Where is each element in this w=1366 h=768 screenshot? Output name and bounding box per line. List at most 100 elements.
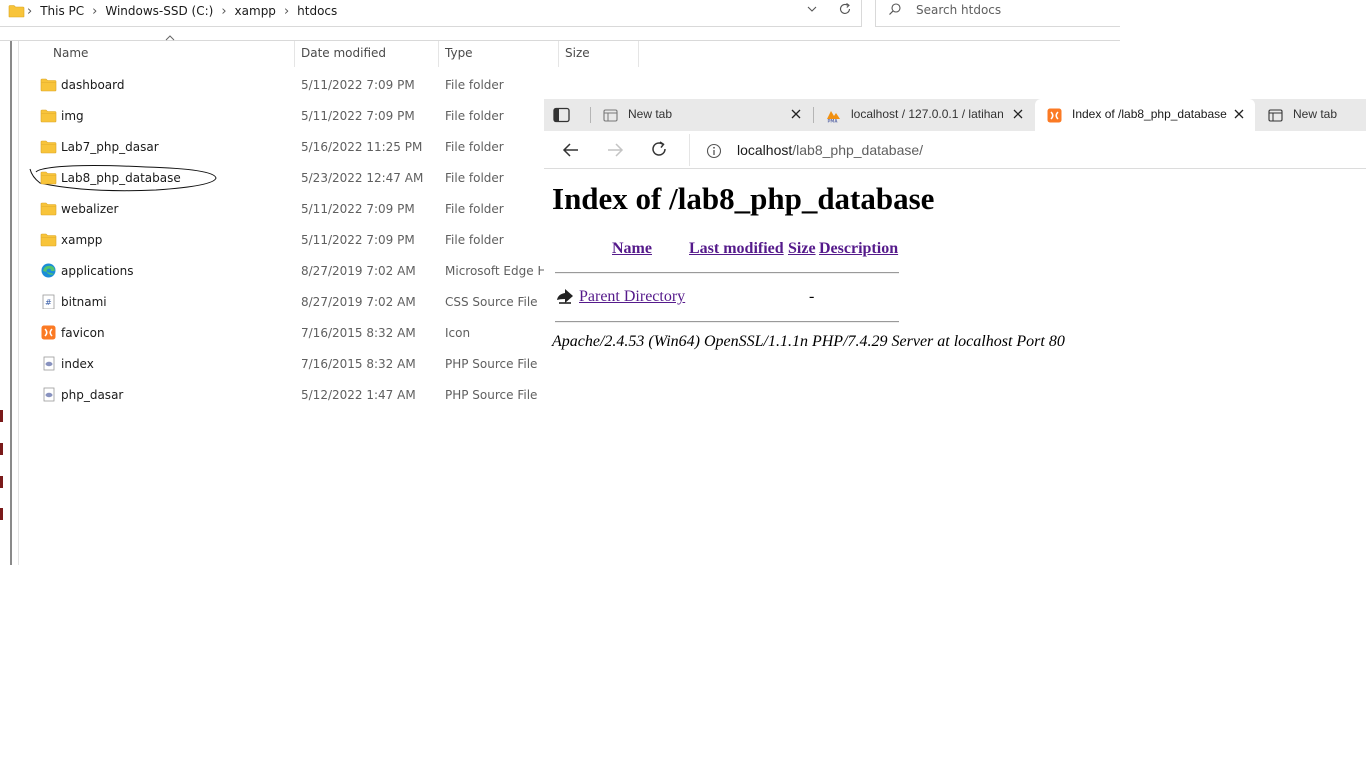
tab-index-of-lab8[interactable]: Index of /lab8_php_database xyxy=(1035,99,1255,131)
file-name: webalizer xyxy=(61,202,119,216)
css-file-icon: # xyxy=(42,294,55,309)
file-date-modified: 5/16/2022 11:25 PM xyxy=(301,140,423,154)
breadcrumb: › This PC › Windows-SSD (C:) › xampp › h… xyxy=(8,3,343,19)
parent-directory-link[interactable]: Parent Directory xyxy=(579,288,685,306)
tab-label: New tab xyxy=(1293,107,1338,121)
file-date-modified: 7/16/2015 8:32 AM xyxy=(301,326,416,340)
back-arrow-icon[interactable] xyxy=(562,141,580,159)
url-bar[interactable]: localhost/lab8_php_database/ xyxy=(689,134,1366,166)
parent-directory-size: - xyxy=(809,288,815,305)
list-item[interactable]: xampp 5/11/2022 7:09 PM File folder xyxy=(20,225,545,256)
tab-new-tab-1[interactable]: New tab xyxy=(591,99,813,131)
info-icon[interactable] xyxy=(706,143,722,159)
column-headers: Name Date modified Type Size xyxy=(20,41,640,67)
list-item[interactable]: applications 8/27/2019 7:02 AM Microsoft E… xyxy=(20,256,554,287)
file-type: File folder xyxy=(445,109,504,123)
sort-by-name-link[interactable]: Name xyxy=(612,240,652,258)
tab-actions-icon[interactable] xyxy=(553,107,570,123)
chevron-right-icon[interactable]: › xyxy=(282,4,291,19)
column-separator[interactable] xyxy=(438,41,439,67)
svg-text:PMA: PMA xyxy=(828,119,839,124)
file-type: Microsoft Edge H.. xyxy=(445,264,554,278)
tab-strip: New tab PMA localhost / 127.0.0.1 / lati… xyxy=(544,99,1366,131)
cropped-nav-mark xyxy=(0,476,3,488)
list-item[interactable]: index 7/16/2015 8:32 AM PHP Source File xyxy=(20,349,545,380)
column-header-type[interactable]: Type xyxy=(445,46,473,60)
breadcrumb-item-xampp[interactable]: xampp xyxy=(229,4,282,18)
file-type: File folder xyxy=(445,202,504,216)
url-host: localhost xyxy=(737,142,793,158)
column-separator[interactable] xyxy=(638,41,639,67)
folder-icon xyxy=(40,171,57,185)
parent-directory-icon xyxy=(557,289,573,304)
list-item[interactable]: # bitnami 8/27/2019 7:02 AM CSS Source File xyxy=(20,287,545,318)
column-header-name[interactable]: Name xyxy=(53,46,88,60)
cropped-nav-mark xyxy=(0,410,3,422)
file-date-modified: 5/12/2022 1:47 AM xyxy=(301,388,416,402)
list-item[interactable]: Lab8_php_database 5/23/2022 12:47 AM File … xyxy=(20,163,545,194)
navigation-pane-edge[interactable] xyxy=(10,41,12,565)
file-name: favicon xyxy=(61,326,105,340)
file-date-modified: 5/11/2022 7:09 PM xyxy=(301,233,415,247)
list-item[interactable]: img 5/11/2022 7:09 PM File folder xyxy=(20,101,545,132)
sort-by-last-modified-link[interactable]: Last modified xyxy=(689,240,784,258)
reload-icon[interactable] xyxy=(650,140,668,158)
tab-phpmyadmin[interactable]: PMA localhost / 127.0.0.1 / latihan xyxy=(814,99,1034,131)
refresh-icon[interactable] xyxy=(837,1,853,17)
file-name: img xyxy=(61,109,84,123)
folder-icon xyxy=(8,5,25,18)
list-item[interactable]: favicon 7/16/2015 8:32 AM Icon xyxy=(20,318,545,349)
breadcrumb-item-drive[interactable]: Windows-SSD (C:) xyxy=(99,4,219,18)
list-item[interactable]: dashboard 5/11/2022 7:09 PM File folder xyxy=(20,70,545,101)
tab-new-tab-2[interactable]: New tab xyxy=(1256,99,1366,131)
chevron-down-icon[interactable] xyxy=(805,2,819,16)
forward-arrow-icon[interactable] xyxy=(606,141,624,159)
search-input[interactable]: Search htdocs xyxy=(875,0,1120,27)
column-separator[interactable] xyxy=(558,41,559,67)
file-type: File folder xyxy=(445,233,504,247)
close-icon[interactable] xyxy=(1232,107,1246,121)
file-name: index xyxy=(61,357,94,371)
url-text[interactable]: localhost/lab8_php_database/ xyxy=(737,142,923,158)
new-tab-page-icon xyxy=(603,109,618,122)
list-item[interactable]: webalizer 5/11/2022 7:09 PM File folder xyxy=(20,194,545,225)
cropped-nav-mark xyxy=(0,443,3,455)
list-item[interactable]: Lab7_php_dasar 5/16/2022 11:25 PM File fol… xyxy=(20,132,545,163)
url-path: /lab8_php_database/ xyxy=(792,142,924,158)
close-icon[interactable] xyxy=(789,107,803,121)
column-separator[interactable] xyxy=(294,41,295,67)
new-tab-page-icon xyxy=(1268,109,1283,122)
file-type: Icon xyxy=(445,326,471,340)
file-date-modified: 5/11/2022 7:09 PM xyxy=(301,202,415,216)
horizontal-rule xyxy=(555,321,899,323)
file-date-modified: 5/11/2022 7:09 PM xyxy=(301,78,415,92)
tab-label: localhost / 127.0.0.1 / latihan xyxy=(851,107,1003,121)
sort-by-description-link[interactable]: Description xyxy=(819,240,898,258)
phpmyadmin-icon: PMA xyxy=(827,111,840,124)
file-date-modified: 8/27/2019 7:02 AM xyxy=(301,295,416,309)
navigation-pane-border xyxy=(18,41,19,565)
close-icon[interactable] xyxy=(1011,107,1025,121)
column-header-date-modified[interactable]: Date modified xyxy=(301,46,386,60)
column-header-size[interactable]: Size xyxy=(565,46,590,60)
xampp-icon xyxy=(1047,108,1062,123)
svg-text:#: # xyxy=(45,298,52,307)
sort-by-size-link[interactable]: Size xyxy=(788,240,816,258)
list-item[interactable]: php_dasar 5/12/2022 1:47 AM PHP Source Fil… xyxy=(20,380,545,411)
browser-window: New tab PMA localhost / 127.0.0.1 / lati… xyxy=(544,99,1366,768)
file-date-modified: 5/11/2022 7:09 PM xyxy=(301,109,415,123)
file-date-modified: 7/16/2015 8:32 AM xyxy=(301,357,416,371)
chevron-right-icon[interactable]: › xyxy=(90,4,99,19)
breadcrumb-item-htdocs[interactable]: htdocs xyxy=(291,4,343,18)
chevron-right-icon[interactable]: › xyxy=(219,4,228,19)
server-signature: Apache/2.4.53 (Win64) OpenSSL/1.1.1n PHP… xyxy=(552,333,1065,350)
breadcrumb-item-this-pc[interactable]: This PC xyxy=(34,4,90,18)
php-file-icon xyxy=(43,387,55,402)
tab-label: Index of /lab8_php_database xyxy=(1072,107,1227,121)
search-icon xyxy=(889,3,901,15)
sort-ascending-icon xyxy=(165,35,175,41)
xampp-icon xyxy=(41,325,56,340)
file-name: xampp xyxy=(61,233,103,247)
address-bar[interactable]: › This PC › Windows-SSD (C:) › xampp › h… xyxy=(0,0,862,27)
chevron-right-icon: › xyxy=(27,3,33,19)
